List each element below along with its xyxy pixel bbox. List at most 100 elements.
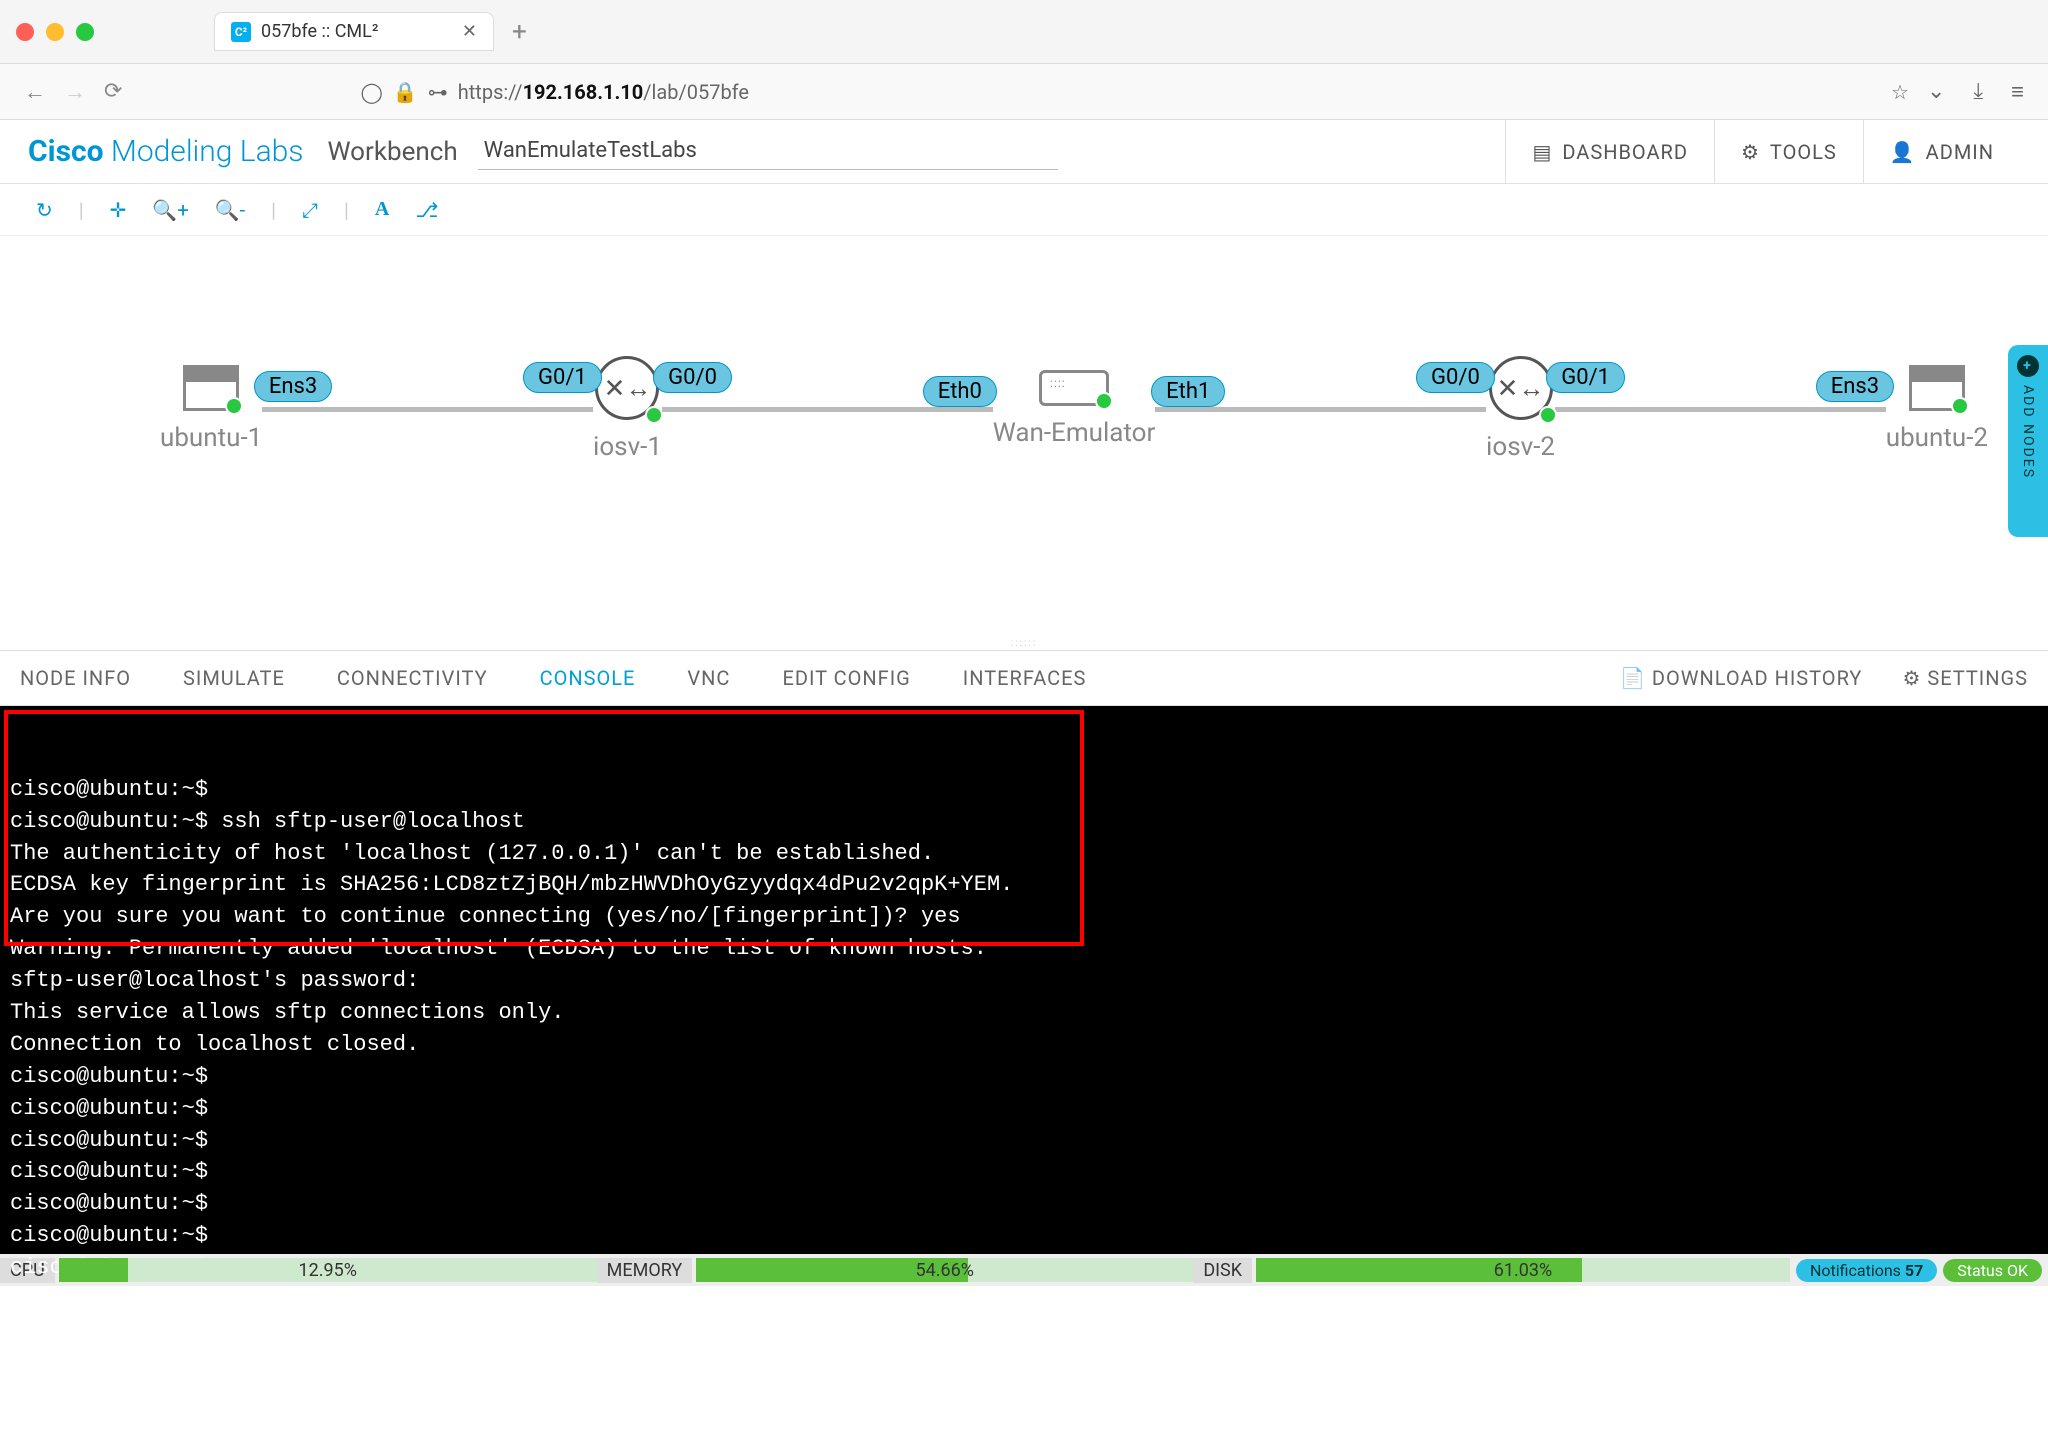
- console-line: cisco@ubuntu:~$: [10, 1125, 2038, 1157]
- port-label[interactable]: Eth0: [923, 376, 997, 407]
- console-line: cisco@ubuntu:~$: [10, 1188, 2038, 1220]
- user-icon: 👤: [1890, 140, 1916, 164]
- reload-button[interactable]: ⟳: [104, 79, 122, 104]
- app-header: Cisco Modeling Labs Workbench WanEmulate…: [0, 120, 2048, 184]
- node-ubuntu-2[interactable]: ubuntu-2Ens3: [1886, 365, 1988, 453]
- console-line: cisco@ubuntu:~$: [10, 774, 2038, 806]
- lab-name-input[interactable]: WanEmulateTestLabs: [478, 134, 1058, 170]
- node-ubuntu-1[interactable]: ubuntu-1Ens3: [160, 365, 262, 453]
- zoom-in-icon[interactable]: 🔍+: [152, 198, 188, 222]
- forward-button[interactable]: →: [64, 79, 86, 105]
- console-line: cisco@ubuntu:~$: [10, 1156, 2038, 1188]
- pocket-icon[interactable]: ⌄: [1927, 79, 1945, 105]
- tab-node-info[interactable]: NODE INFO: [20, 666, 131, 690]
- port-label[interactable]: G0/1: [523, 362, 602, 393]
- console-line: cisco@ubuntu:~$: [10, 1093, 2038, 1125]
- download-history-button[interactable]: 📄 DOWNLOAD HISTORY: [1620, 666, 1862, 690]
- node-label: iosv-1: [593, 432, 662, 462]
- app-logo[interactable]: Cisco Modeling Labs: [28, 134, 304, 169]
- gear-icon: ⚙: [1741, 140, 1760, 164]
- minimize-window-icon[interactable]: [46, 23, 64, 41]
- link[interactable]: [1155, 407, 1486, 412]
- lock-icon[interactable]: 🔒: [393, 80, 418, 104]
- add-nodes-panel-toggle[interactable]: + ADD NODES: [2008, 345, 2048, 537]
- console-line: sftp-user@localhost's password:: [10, 965, 2038, 997]
- downloads-icon[interactable]: ⤓: [1973, 79, 1983, 105]
- window-controls: [16, 23, 94, 41]
- console-line: cisco@ubuntu:~$: [10, 1061, 2038, 1093]
- new-tab-button[interactable]: +: [512, 17, 527, 47]
- node-iosv-2[interactable]: ✕↔iosv-2G0/0G0/1: [1486, 356, 1555, 462]
- zoom-out-icon[interactable]: 🔍-: [215, 198, 245, 222]
- port-label[interactable]: G0/0: [1416, 362, 1495, 393]
- console-line: cisco@ubuntu:~$: [10, 1284, 2038, 1316]
- tab-simulate[interactable]: SIMULATE: [183, 666, 285, 690]
- console-line: Connection to localhost closed.: [10, 1029, 2038, 1061]
- admin-button[interactable]: 👤ADMIN: [1863, 120, 2020, 183]
- tab-connectivity[interactable]: CONNECTIVITY: [337, 666, 488, 690]
- maximize-window-icon[interactable]: [76, 23, 94, 41]
- console-line: cisco@ubuntu:~$: [10, 1412, 2038, 1443]
- settings-button[interactable]: ⚙ SETTINGS: [1902, 666, 2028, 690]
- permissions-icon[interactable]: ⊶: [428, 80, 448, 104]
- console-line: Warning: Permanently added 'localhost' (…: [10, 933, 2038, 965]
- status-running-icon: [1095, 392, 1113, 410]
- text-annotation-icon[interactable]: A: [375, 198, 389, 221]
- port-label[interactable]: Eth1: [1151, 376, 1225, 407]
- port-label[interactable]: Ens3: [1816, 371, 1894, 402]
- console-line: ECDSA key fingerprint is SHA256:LCD8ztZj…: [10, 869, 2038, 901]
- link[interactable]: [1555, 407, 1886, 412]
- url-bar[interactable]: ◯ 🔒 ⊶ https://192.168.1.10/lab/057bfe ☆: [360, 80, 1909, 104]
- expand-icon[interactable]: ⤢: [302, 198, 318, 222]
- node-label: Wan-Emulator: [993, 418, 1156, 448]
- tools-button[interactable]: ⚙TOOLS: [1714, 120, 1863, 183]
- fit-icon[interactable]: ✛: [110, 198, 127, 222]
- topology-canvas[interactable]: ubuntu-1Ens3✕↔iosv-1G0/1G0/0Wan-Emulator…: [0, 236, 2048, 636]
- cursor-icon: [221, 1415, 235, 1439]
- tab-vnc[interactable]: VNC: [687, 666, 730, 690]
- console-line: cisco@ubuntu:~$: [10, 1380, 2038, 1412]
- console-line: This service allows sftp connections onl…: [10, 997, 2038, 1029]
- add-nodes-label: ADD NODES: [2020, 385, 2036, 479]
- branch-icon[interactable]: ⎇: [415, 198, 438, 222]
- dashboard-icon: ▤: [1532, 140, 1552, 164]
- workbench-label[interactable]: Workbench: [328, 137, 458, 167]
- shield-icon[interactable]: ◯: [360, 80, 382, 104]
- resize-handle[interactable]: ::::::: [0, 636, 2048, 650]
- status-running-icon: [1951, 397, 1969, 415]
- dashboard-button[interactable]: ▤DASHBOARD: [1505, 120, 1714, 183]
- cpu-meter: CPU 12.95%: [0, 1258, 597, 1283]
- node-label: ubuntu-2: [1886, 423, 1988, 453]
- status-running-icon: [1539, 406, 1557, 424]
- port-label[interactable]: G0/1: [1546, 362, 1625, 393]
- close-window-icon[interactable]: [16, 23, 34, 41]
- console-line: cisco@ubuntu:~$ ssh sftp-user@localhost: [10, 806, 2038, 838]
- bookmark-star-icon[interactable]: ☆: [1891, 80, 1909, 104]
- status-running-icon: [645, 406, 663, 424]
- console-output[interactable]: cisco@ubuntu:~$cisco@ubuntu:~$ ssh sftp-…: [0, 706, 2048, 1254]
- status-bar: CPU 12.95% MEMORY 54.66% DISK 61.03% Not…: [0, 1254, 2048, 1286]
- node-wan[interactable]: Wan-EmulatorEth0Eth1: [993, 370, 1156, 448]
- tab-interfaces[interactable]: INTERFACES: [963, 666, 1087, 690]
- port-label[interactable]: G0/0: [653, 362, 732, 393]
- tab-edit-config[interactable]: EDIT CONFIG: [782, 666, 910, 690]
- console-line: cisco@ubuntu:~$: [10, 1220, 2038, 1252]
- link[interactable]: [662, 407, 993, 412]
- node-iosv-1[interactable]: ✕↔iosv-1G0/1G0/0: [593, 356, 662, 462]
- node-label: ubuntu-1: [160, 423, 262, 453]
- browser-toolbar: ← → ⟳ ◯ 🔒 ⊶ https://192.168.1.10/lab/057…: [0, 64, 2048, 120]
- back-button[interactable]: ←: [24, 79, 46, 105]
- node-label: iosv-2: [1486, 432, 1555, 462]
- port-label[interactable]: Ens3: [254, 371, 332, 402]
- tab-console[interactable]: CONSOLE: [540, 666, 636, 690]
- plus-icon: +: [2017, 355, 2039, 377]
- disk-meter: DISK 61.03%: [1193, 1258, 1790, 1283]
- close-tab-icon[interactable]: ✕: [462, 21, 477, 42]
- browser-tab[interactable]: C² 057bfe :: CML² ✕: [214, 12, 494, 51]
- refresh-icon[interactable]: ↻: [36, 198, 53, 222]
- status-running-icon: [225, 397, 243, 415]
- url-text: https://192.168.1.10/lab/057bfe: [458, 80, 749, 104]
- favicon-icon: C²: [231, 22, 251, 42]
- menu-icon[interactable]: ≡: [2011, 79, 2024, 105]
- link[interactable]: [262, 407, 593, 412]
